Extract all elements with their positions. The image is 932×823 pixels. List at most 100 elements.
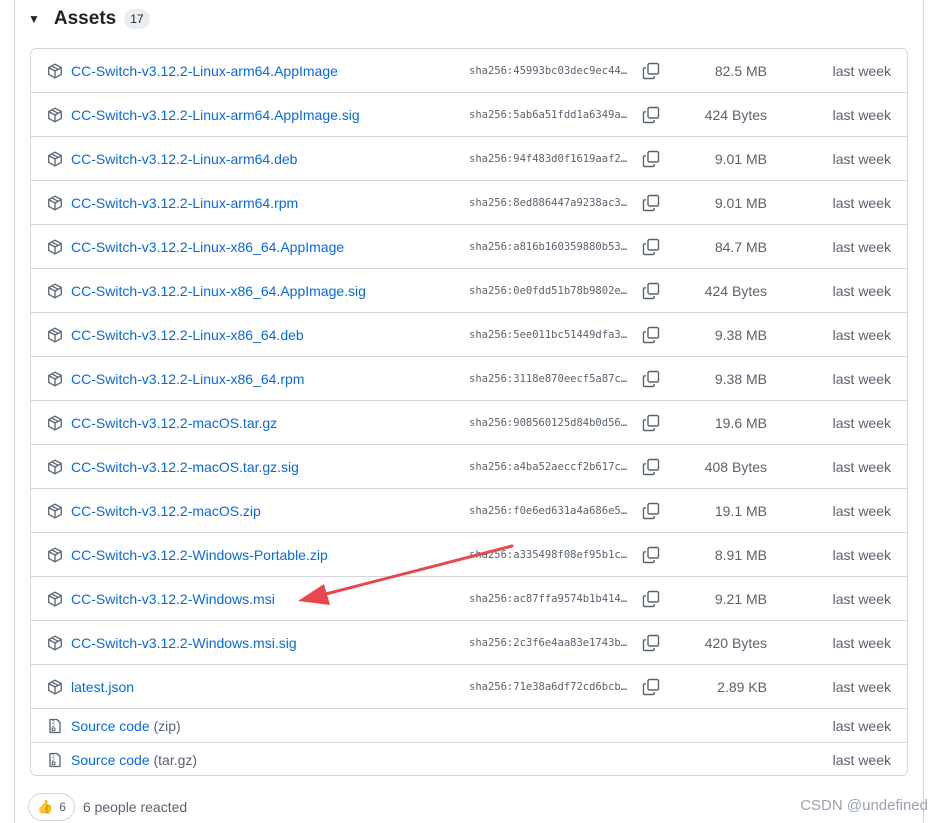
package-icon: [48, 547, 62, 562]
asset-size: 8.91 MB: [714, 546, 767, 563]
asset-download-link[interactable]: CC-Switch-v3.12.2-Linux-x86_64.AppImage: [71, 239, 344, 255]
asset-sha256: sha256:a335498f08ef95b1c…: [469, 548, 628, 561]
content-frame-right-border: [923, 0, 924, 823]
thumbs-up-reaction-button[interactable]: 👍 6: [28, 793, 75, 821]
asset-size: 424 Bytes: [704, 106, 767, 123]
asset-date: last week: [832, 752, 891, 768]
asset-sha256: sha256:ac87ffa9574b1b414…: [469, 592, 628, 605]
asset-row: CC-Switch-v3.12.2-macOS.tar.gz sha256:908…: [31, 401, 907, 445]
asset-row: CC-Switch-v3.12.2-Linux-x86_64.rpm sha256…: [31, 357, 907, 401]
copy-icon[interactable]: [642, 282, 660, 300]
asset-download-link[interactable]: latest.json: [71, 679, 134, 695]
reacted-summary[interactable]: 6 people reacted: [83, 799, 187, 815]
copy-icon[interactable]: [642, 546, 660, 564]
asset-download-link[interactable]: CC-Switch-v3.12.2-Windows.msi.sig: [71, 635, 297, 651]
asset-date: last week: [832, 590, 891, 607]
copy-icon[interactable]: [642, 590, 660, 608]
asset-date: last week: [832, 282, 891, 299]
asset-date: last week: [832, 414, 891, 431]
asset-size: 84.7 MB: [714, 238, 767, 255]
asset-sha256: sha256:45993bc03dec9ec44…: [469, 64, 628, 77]
asset-size: 424 Bytes: [704, 282, 767, 299]
asset-date: last week: [832, 194, 891, 211]
copy-icon[interactable]: [642, 634, 660, 652]
asset-download-link[interactable]: CC-Switch-v3.12.2-Windows-Portable.zip: [71, 547, 328, 563]
asset-download-link[interactable]: CC-Switch-v3.12.2-macOS.zip: [71, 503, 261, 519]
asset-row: CC-Switch-v3.12.2-Linux-arm64.deb sha256:…: [31, 137, 907, 181]
package-icon: [48, 63, 62, 78]
asset-download-link[interactable]: CC-Switch-v3.12.2-Linux-x86_64.AppImage.…: [71, 283, 366, 299]
asset-sha256: sha256:908560125d84b0d56…: [469, 416, 628, 429]
asset-sha256: sha256:5ab6a51fdd1a6349a…: [469, 108, 628, 121]
package-icon: [48, 327, 62, 342]
triangle-down-icon[interactable]: ▼: [28, 12, 40, 26]
source-code-row: Source code (tar.gz) last week: [31, 743, 907, 775]
copy-icon[interactable]: [642, 678, 660, 696]
asset-sha256: sha256:f0e6ed631a4a686e5…: [469, 504, 628, 517]
asset-date: last week: [832, 326, 891, 343]
package-icon: [48, 283, 62, 298]
asset-download-link[interactable]: CC-Switch-v3.12.2-macOS.tar.gz.sig: [71, 459, 299, 475]
copy-icon[interactable]: [642, 62, 660, 80]
source-code-format: (tar.gz): [153, 752, 198, 768]
package-icon: [48, 635, 62, 650]
asset-download-link[interactable]: CC-Switch-v3.12.2-Linux-x86_64.rpm: [71, 371, 304, 387]
source-code-link[interactable]: Source code (tar.gz): [71, 752, 197, 768]
asset-row: CC-Switch-v3.12.2-Windows.msi.sig sha256:…: [31, 621, 907, 665]
asset-date: last week: [832, 62, 891, 79]
content-frame-left-border: [14, 0, 15, 823]
copy-icon[interactable]: [642, 238, 660, 256]
asset-sha256: sha256:71e38a6df72cd6bcb…: [469, 680, 628, 693]
asset-row: latest.json sha256:71e38a6df72cd6bcb… 2.89…: [31, 665, 907, 709]
asset-size: 9.01 MB: [714, 194, 767, 211]
asset-download-link[interactable]: CC-Switch-v3.12.2-Linux-arm64.deb: [71, 151, 297, 167]
copy-icon[interactable]: [642, 414, 660, 432]
asset-download-link[interactable]: CC-Switch-v3.12.2-Linux-arm64.rpm: [71, 195, 298, 211]
asset-row: CC-Switch-v3.12.2-Linux-arm64.AppImage sh…: [31, 49, 907, 93]
asset-date: last week: [832, 546, 891, 563]
package-icon: [48, 371, 62, 386]
asset-date: last week: [832, 717, 891, 734]
source-code-row: Source code (zip) last week: [31, 709, 907, 743]
asset-sha256: sha256:a4ba52aeccf2b617c…: [469, 460, 628, 473]
assets-header[interactable]: ▼ Assets 17: [28, 4, 150, 34]
copy-icon[interactable]: [642, 326, 660, 344]
asset-sha256: sha256:94f483d0f1619aaf2…: [469, 152, 628, 165]
asset-date: last week: [832, 502, 891, 519]
copy-icon[interactable]: [642, 502, 660, 520]
asset-date: last week: [832, 238, 891, 255]
package-icon: [48, 679, 62, 694]
asset-download-link[interactable]: CC-Switch-v3.12.2-Linux-arm64.AppImage: [71, 63, 338, 79]
asset-sha256: sha256:3118e870eecf5a87c…: [469, 372, 628, 385]
asset-date: last week: [832, 458, 891, 475]
source-code-label: Source code: [71, 752, 150, 768]
asset-date: last week: [832, 370, 891, 387]
asset-row: CC-Switch-v3.12.2-Linux-arm64.rpm sha256:…: [31, 181, 907, 225]
asset-date: last week: [832, 634, 891, 651]
asset-row: CC-Switch-v3.12.2-macOS.tar.gz.sig sha256…: [31, 445, 907, 489]
asset-download-link[interactable]: CC-Switch-v3.12.2-Linux-x86_64.deb: [71, 327, 304, 343]
asset-date: last week: [832, 150, 891, 167]
package-icon: [48, 195, 62, 210]
asset-download-link[interactable]: CC-Switch-v3.12.2-Linux-arm64.AppImage.s…: [71, 107, 360, 123]
source-code-label: Source code: [71, 717, 150, 734]
asset-download-link[interactable]: CC-Switch-v3.12.2-macOS.tar.gz: [71, 415, 277, 431]
copy-icon[interactable]: [642, 106, 660, 124]
asset-download-link[interactable]: CC-Switch-v3.12.2-Windows.msi: [71, 591, 275, 607]
reaction-count: 6: [59, 800, 66, 814]
asset-size: 82.5 MB: [714, 62, 767, 79]
asset-size: 19.6 MB: [714, 414, 767, 431]
copy-icon[interactable]: [642, 458, 660, 476]
reactions-bar: 👍 6 6 people reacted: [28, 793, 187, 821]
source-code-link[interactable]: Source code (zip): [71, 718, 181, 734]
copy-icon[interactable]: [642, 194, 660, 212]
assets-list: CC-Switch-v3.12.2-Linux-arm64.AppImage sh…: [30, 48, 908, 776]
asset-row: CC-Switch-v3.12.2-Linux-x86_64.AppImage.…: [31, 269, 907, 313]
package-icon: [48, 239, 62, 254]
copy-icon[interactable]: [642, 370, 660, 388]
asset-date: last week: [832, 106, 891, 123]
copy-icon[interactable]: [642, 150, 660, 168]
package-icon: [48, 503, 62, 518]
asset-size: 19.1 MB: [714, 502, 767, 519]
asset-sha256: sha256:a816b160359880b53…: [469, 240, 628, 253]
